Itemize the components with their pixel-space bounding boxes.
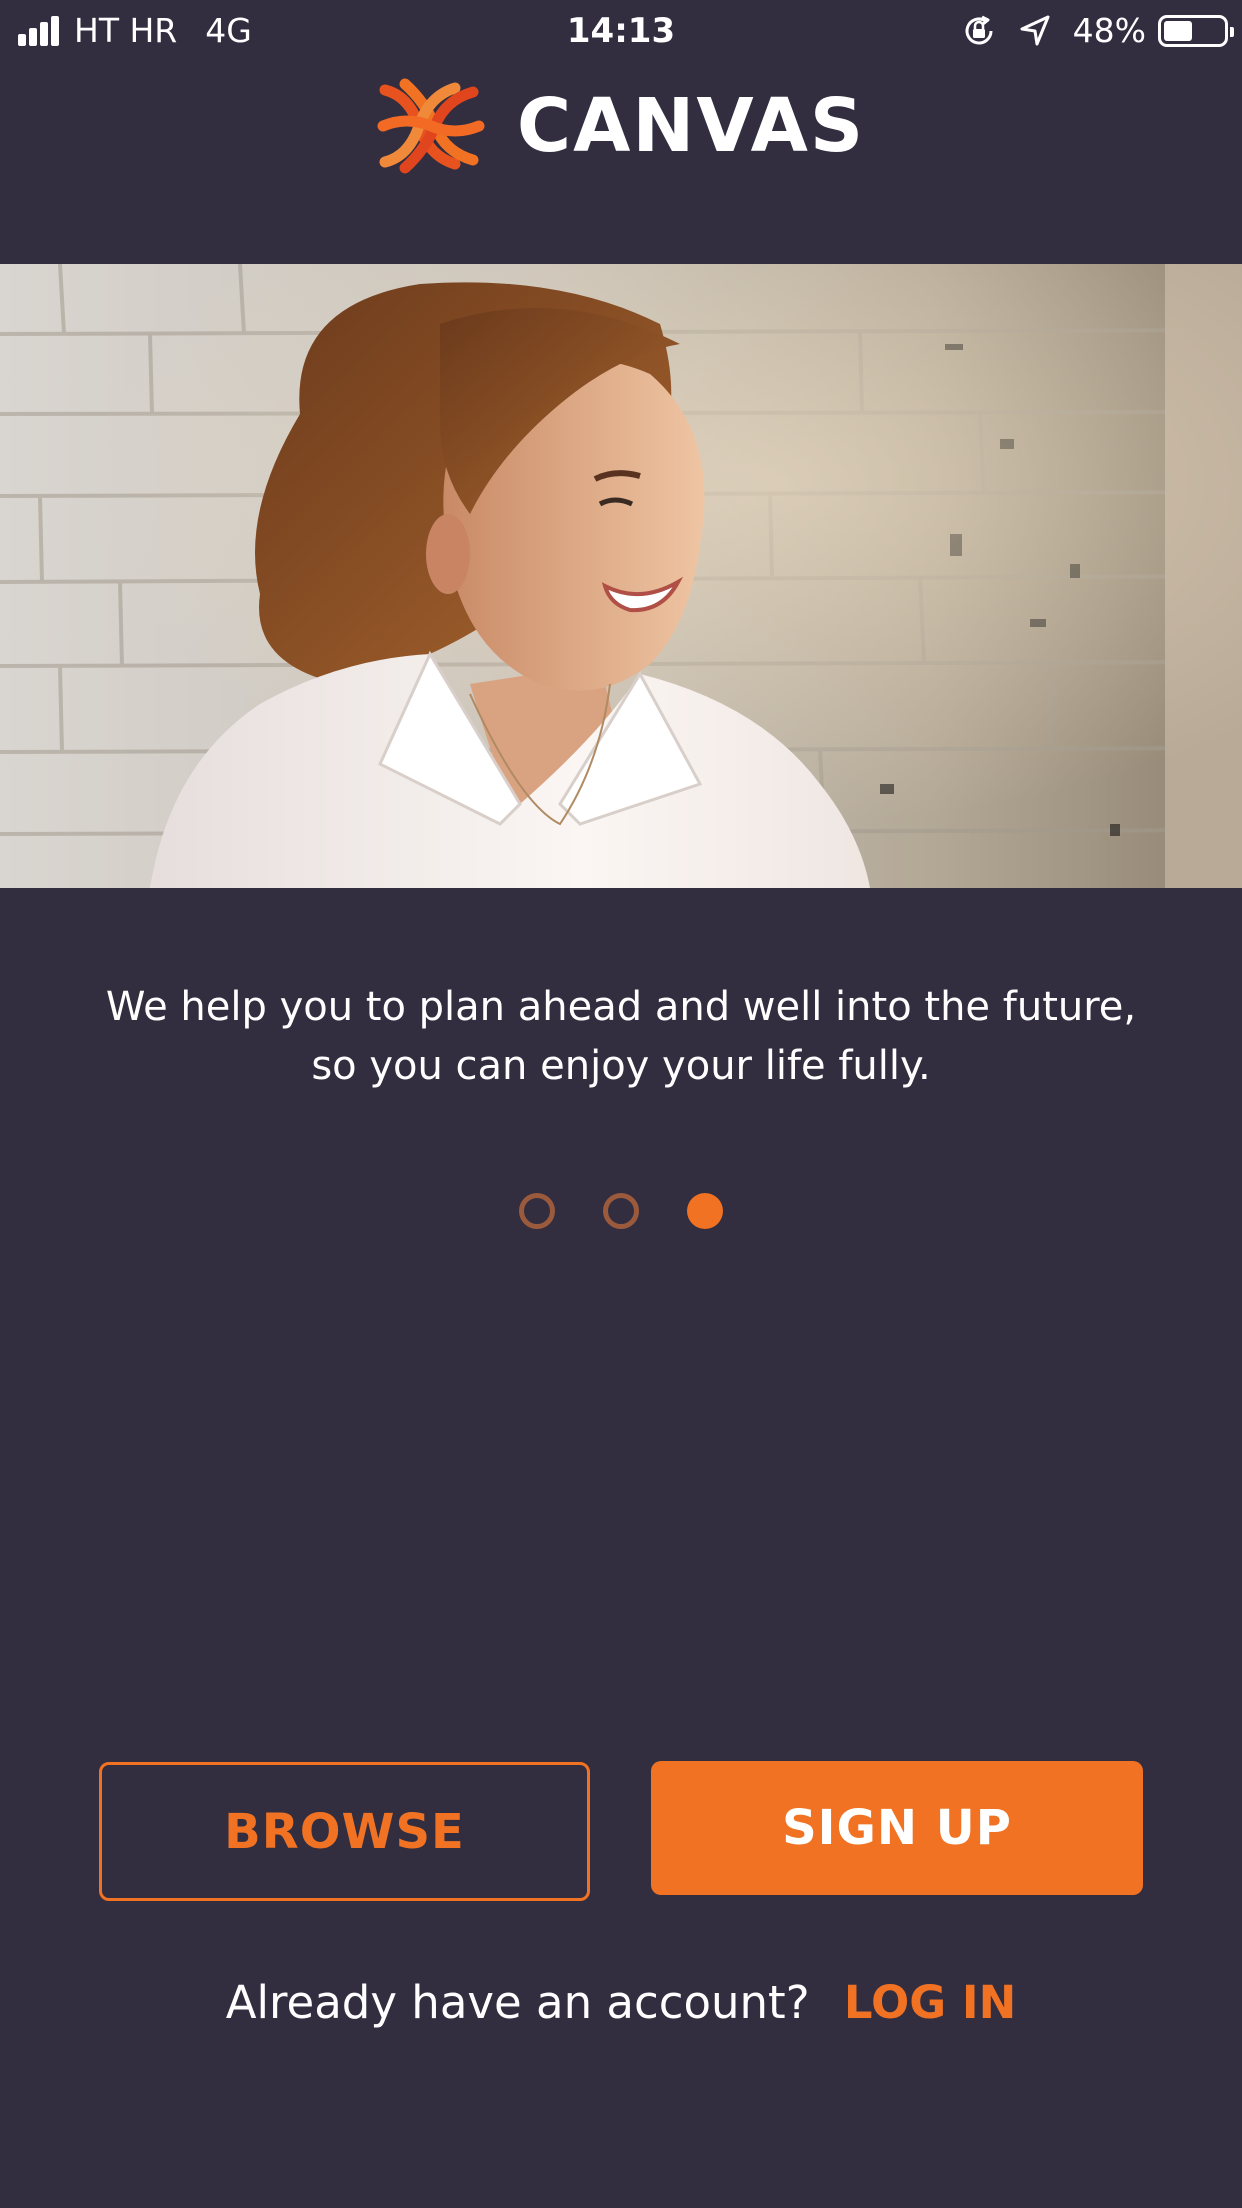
log-in-link[interactable]: LOG IN: [844, 1976, 1016, 2029]
battery-level: [1164, 21, 1192, 41]
battery-icon: [1158, 15, 1234, 47]
battery-cap: [1230, 27, 1234, 37]
status-bar: HT HR 4G 14:13 48%: [0, 0, 1242, 62]
browse-button[interactable]: BROWSE: [99, 1762, 590, 1901]
status-right: 48%: [961, 10, 1234, 52]
hero-photo: [0, 264, 1242, 888]
page-dot-3[interactable]: [687, 1193, 723, 1229]
sign-up-button[interactable]: SIGN UP: [651, 1761, 1143, 1895]
login-prompt-row: Already have an account? LOG IN: [0, 1970, 1242, 2036]
tagline: We help you to plan ahead and well into …: [60, 978, 1182, 1096]
page-indicator: [0, 1192, 1242, 1230]
page-dot-2[interactable]: [603, 1193, 639, 1229]
page-dot-1[interactable]: [519, 1193, 555, 1229]
battery-percent: 48%: [1072, 11, 1146, 50]
tagline-line-1: We help you to plan ahead and well into …: [105, 984, 1137, 1030]
canvas-logo-icon: [377, 78, 485, 174]
brand-name: CANVAS: [516, 83, 866, 169]
brand-logo: CANVAS: [0, 76, 1242, 176]
login-prompt-text: Already have an account?: [225, 1976, 810, 2029]
tagline-line-2: so you can enjoy your life fully.: [311, 1043, 931, 1089]
orientation-lock-icon: [965, 15, 993, 45]
location-arrow-icon: [1020, 15, 1050, 46]
